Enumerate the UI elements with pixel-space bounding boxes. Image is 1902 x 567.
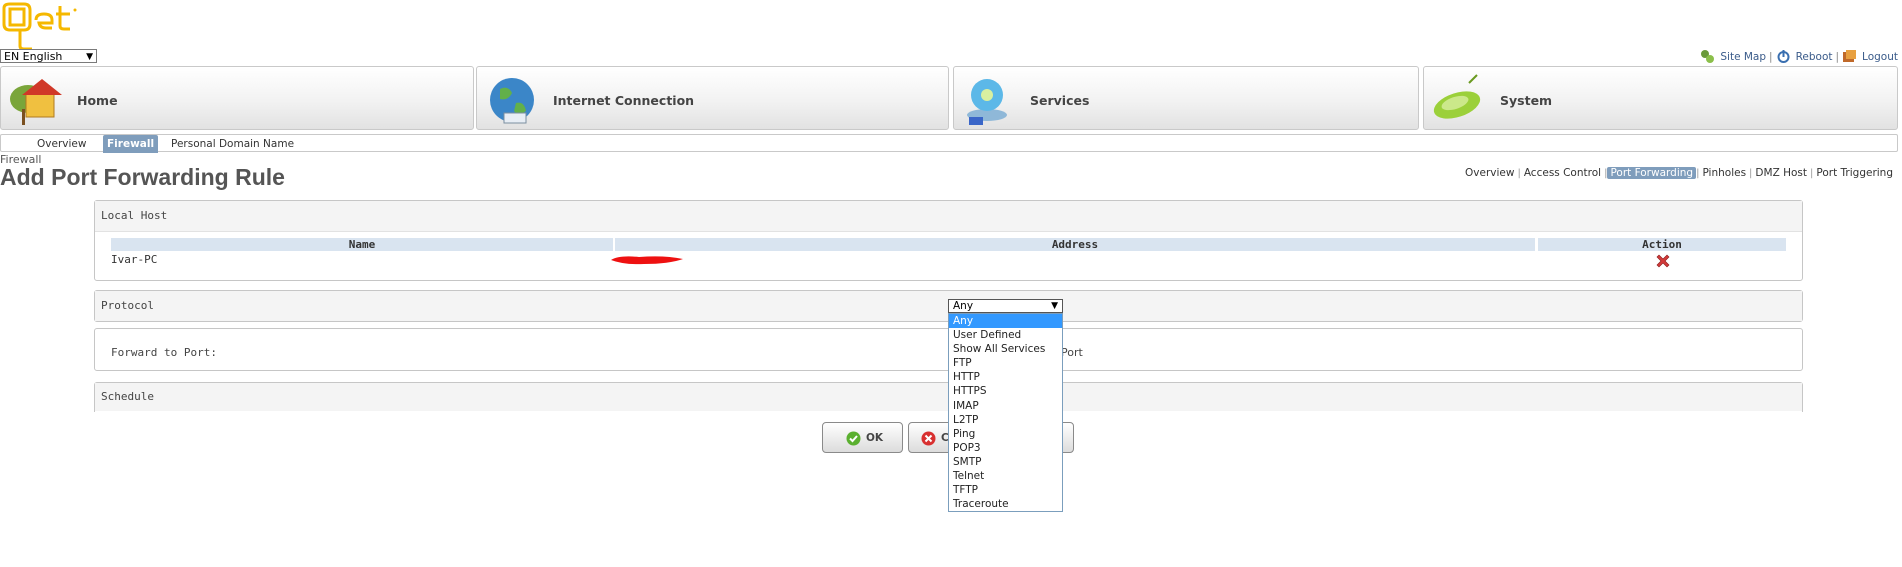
cancel-icon xyxy=(921,431,936,446)
protocol-option-any[interactable]: Any xyxy=(949,314,1062,329)
subnav-item-overview[interactable]: Overview xyxy=(33,137,90,152)
section-nav-dmz-host[interactable]: DMZ Host xyxy=(1752,167,1810,179)
section-nav-overview[interactable]: Overview xyxy=(1462,167,1517,179)
column-header-name: Name xyxy=(111,238,613,251)
language-select[interactable]: EN English ▼ xyxy=(0,49,97,63)
delete-icon[interactable] xyxy=(1655,253,1671,269)
local-host-panel: Local Host Name Address Action Ivar-PC xyxy=(94,200,1803,281)
router-icon xyxy=(1433,74,1481,119)
chevron-down-icon: ▼ xyxy=(1051,301,1058,311)
ok-button[interactable]: OK xyxy=(822,422,903,453)
logout-link[interactable]: Logout xyxy=(1862,51,1898,63)
section-nav-port-triggering[interactable]: Port Triggering xyxy=(1813,167,1896,179)
check-icon xyxy=(846,431,861,446)
column-header-action: Action xyxy=(1538,238,1786,251)
forward-to-port-label: Forward to Port: xyxy=(111,346,217,359)
home-icon xyxy=(10,79,62,125)
protocol-option-l2tp[interactable]: L2TP xyxy=(949,413,1062,427)
forward-port-partial-text: Port xyxy=(1061,346,1083,359)
protocol-select[interactable]: Any ▼ xyxy=(948,299,1063,313)
page-title: Add Port Forwarding Rule xyxy=(0,164,285,190)
section-nav-access-control[interactable]: Access Control xyxy=(1521,167,1604,179)
section-nav-pinholes[interactable]: Pinholes xyxy=(1699,167,1749,179)
logout-icon xyxy=(1843,50,1857,62)
reboot-link[interactable]: Reboot xyxy=(1796,51,1833,63)
section-nav-port-forwarding[interactable]: Port Forwarding xyxy=(1607,167,1697,179)
power-icon xyxy=(1777,50,1790,63)
protocol-option-ftp[interactable]: FTP xyxy=(949,356,1062,370)
protocol-option-show-all-services[interactable]: Show All Services xyxy=(949,342,1062,356)
nav-tab-internet-connection[interactable]: Internet Connection xyxy=(476,66,949,130)
protocol-option-pop3[interactable]: POP3 xyxy=(949,441,1062,455)
globe-icon xyxy=(490,78,534,124)
subnav-item-firewall[interactable]: Firewall xyxy=(103,135,159,153)
host-name-cell: Ivar-PC xyxy=(111,253,158,266)
protocol-option-https[interactable]: HTTPS xyxy=(949,384,1062,398)
chevron-down-icon: ▼ xyxy=(86,52,93,62)
redacted-address xyxy=(611,256,683,265)
column-header-address: Address xyxy=(615,238,1535,251)
section-nav: Overview | Access Control | Port Forwardin… xyxy=(1462,167,1896,179)
nav-tab-home[interactable]: Home xyxy=(0,66,474,130)
protocol-option-traceroute[interactable]: Traceroute xyxy=(949,497,1062,511)
protocol-option-http[interactable]: HTTP xyxy=(949,370,1062,384)
disc-icon xyxy=(967,79,1007,125)
protocol-option-ping[interactable]: Ping xyxy=(949,427,1062,441)
subnav-item-personal-domain-name[interactable]: Personal Domain Name xyxy=(167,137,298,152)
protocol-option-smtp[interactable]: SMTP xyxy=(949,455,1062,469)
site-map-link[interactable]: Site Map xyxy=(1720,51,1766,63)
protocol-option-tftp[interactable]: TFTP xyxy=(949,483,1062,497)
top-links: Site Map | Reboot | Logout xyxy=(1700,49,1898,64)
local-host-title: Local Host xyxy=(95,201,1802,232)
protocol-dropdown-list: Any User Defined Show All Services FTP H… xyxy=(948,313,1063,513)
nav-tab-services[interactable]: Services xyxy=(953,66,1419,130)
brand-logo xyxy=(0,2,84,51)
sitemap-icon xyxy=(1701,50,1715,63)
protocol-option-telnet[interactable]: Telnet xyxy=(949,469,1062,483)
nav-tab-system[interactable]: System xyxy=(1423,66,1898,130)
protocol-option-user-defined[interactable]: User Defined xyxy=(949,328,1062,342)
protocol-option-imap[interactable]: IMAP xyxy=(949,399,1062,413)
